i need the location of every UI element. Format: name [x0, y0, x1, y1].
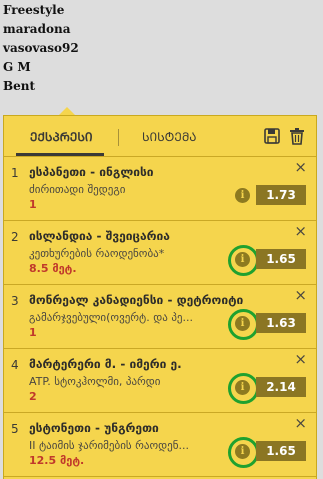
trash-icon[interactable]	[289, 127, 305, 145]
save-icon[interactable]	[264, 127, 280, 145]
tab-system[interactable]: ᲡᲘᲡᲢᲔᲛᲐ	[142, 128, 196, 145]
active-tab-indicator	[16, 153, 104, 156]
remove-bet-icon[interactable]: ×	[294, 224, 307, 239]
bet-selection: 12.5 მეტ.	[29, 454, 85, 467]
bet-row: 3 მონრეალ კანადიენსი - დეტროიტი გამარჯვე…	[4, 285, 316, 349]
remove-bet-icon[interactable]: ×	[294, 352, 307, 367]
bet-number: 5	[11, 422, 19, 436]
bet-selection: 8.5 მეტ.	[29, 262, 77, 275]
user-list: Freestyle maradona vasovaso92 G M Bent	[3, 1, 79, 96]
user-list-item[interactable]: vasovaso92	[3, 39, 79, 58]
bet-match: მონრეალ კანადიენსი - დეტროიტი	[29, 293, 244, 307]
odds-button[interactable]: 1.63	[256, 313, 306, 333]
bet-number: 2	[11, 230, 19, 244]
bet-market: II ტაიმის ჯარიმების რაოდენ...	[29, 439, 189, 452]
bet-match: ესტონეთი - უნგრეთი	[29, 421, 159, 435]
info-icon[interactable]: i	[235, 380, 250, 395]
betslip-panel: ᲔᲥᲡᲞᲠᲔᲡᲘ ᲡᲘᲡᲢᲔᲛᲐ 1 ესპანეთი - ინგლისი ძი…	[3, 115, 317, 479]
odds-button[interactable]: 1.65	[256, 249, 306, 269]
bet-market: ATP. სტოკჰოლმი, პარდი	[29, 375, 161, 388]
tab-express[interactable]: ᲔᲥᲡᲞᲠᲔᲡᲘ	[30, 128, 93, 145]
user-list-item[interactable]: maradona	[3, 20, 79, 39]
odds-button[interactable]: 1.73	[256, 185, 306, 205]
remove-bet-icon[interactable]: ×	[294, 160, 307, 175]
bet-number: 3	[11, 294, 19, 308]
odds-button[interactable]: 2.14	[256, 377, 306, 397]
bet-row: 1 ესპანეთი - ინგლისი ძირითადი შედეგი 1 ×…	[4, 157, 316, 221]
info-icon[interactable]: i	[235, 188, 250, 203]
bet-row: 5 ესტონეთი - უნგრეთი II ტაიმის ჯარიმების…	[4, 413, 316, 477]
user-list-item[interactable]: G M	[3, 58, 79, 77]
tab-divider	[118, 129, 119, 146]
bet-number: 1	[11, 166, 19, 180]
info-icon[interactable]: i	[235, 252, 250, 267]
user-list-item[interactable]: Freestyle	[3, 1, 79, 20]
bet-selection: 1	[29, 326, 37, 339]
bet-match: ესპანეთი - ინგლისი	[29, 165, 154, 179]
user-list-item[interactable]: Bent	[3, 77, 79, 96]
remove-bet-icon[interactable]: ×	[294, 416, 307, 431]
info-icon[interactable]: i	[235, 316, 250, 331]
info-icon[interactable]: i	[235, 444, 250, 459]
odds-button[interactable]: 1.65	[256, 441, 306, 461]
bet-row: 4 მარტერერი მ. - იმერი ე. ATP. სტოკჰოლმი…	[4, 349, 316, 413]
bet-market: კეთხურების რაოდენობა*	[29, 247, 165, 260]
bet-selection: 1	[29, 198, 37, 211]
bet-match: ისლანდია - შვეიცარია	[29, 229, 170, 243]
remove-bet-icon[interactable]: ×	[294, 288, 307, 303]
bet-number: 4	[11, 358, 19, 372]
bet-market: ძირითადი შედეგი	[29, 183, 126, 196]
bet-row: 2 ისლანდია - შვეიცარია კეთხურების რაოდენ…	[4, 221, 316, 285]
bet-selection: 2	[29, 390, 37, 403]
bet-market: გამარჯვებული(ოვერტ. და პე...	[29, 311, 193, 324]
bet-match: მარტერერი მ. - იმერი ე.	[29, 357, 182, 371]
betslip-tabs: ᲔᲥᲡᲞᲠᲔᲡᲘ ᲡᲘᲡᲢᲔᲛᲐ	[4, 116, 316, 157]
